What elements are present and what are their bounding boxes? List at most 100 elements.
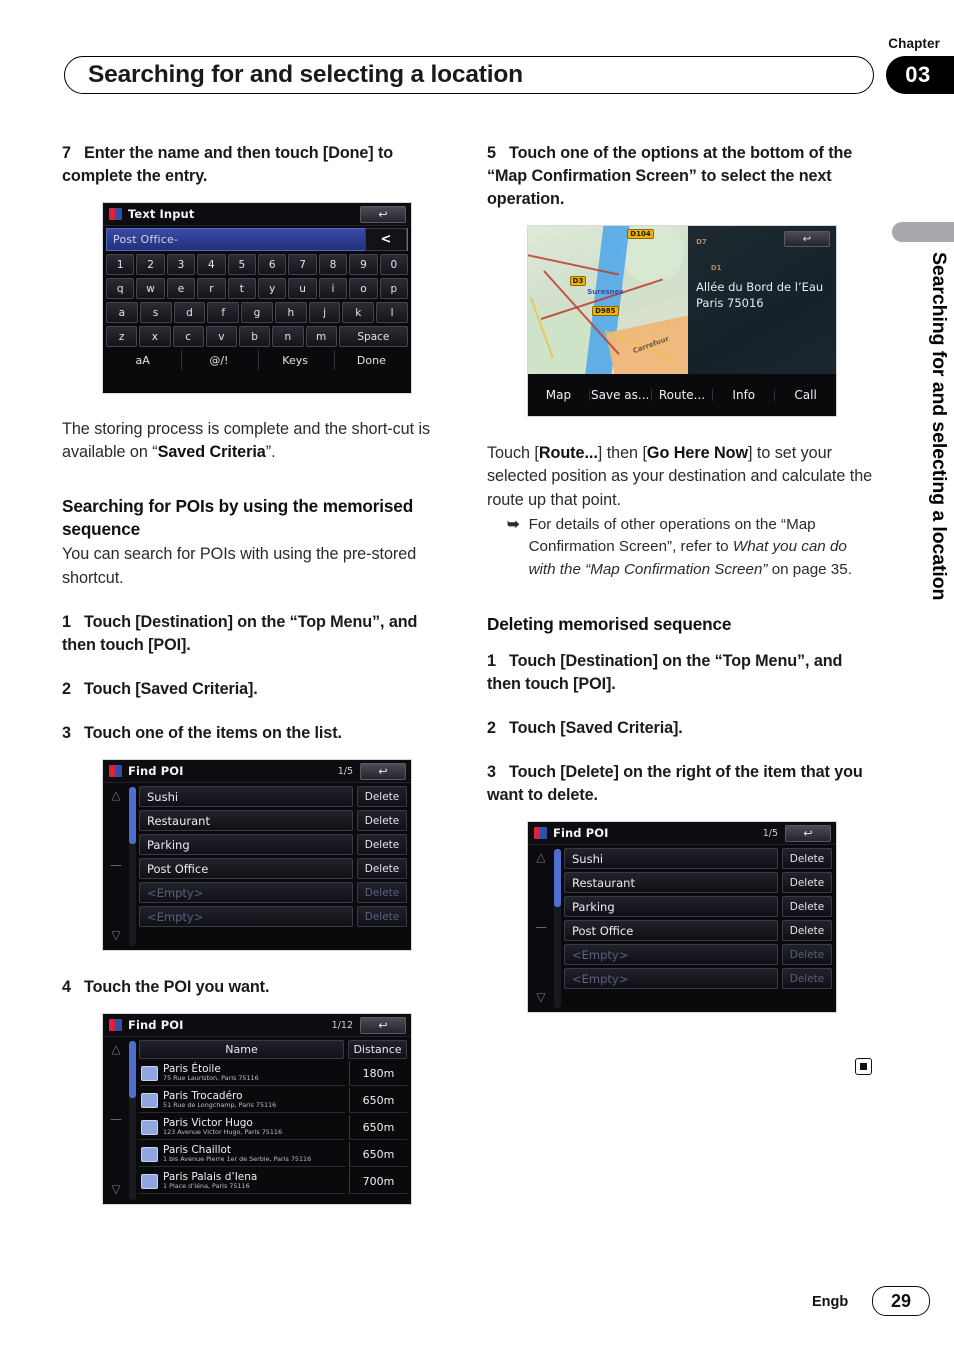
back-icon[interactable]: ↩ [360,206,406,223]
list-item[interactable]: <Empty> Delete [564,944,832,966]
scroll-arrows[interactable]: △ — ▽ [528,845,554,1013]
key[interactable]: 8 [318,254,348,275]
item-name[interactable]: Post Office [139,858,353,880]
call-button[interactable]: Call [774,389,836,401]
key[interactable]: y [258,278,287,299]
key[interactable]: 3 [166,254,196,275]
key[interactable]: v [205,326,237,347]
scroll-arrows[interactable]: △ — ▽ [103,783,129,951]
key[interactable]: e [166,278,196,299]
key[interactable]: 6 [258,254,287,275]
scroll-up-icon[interactable]: △ [111,788,120,802]
delete-button[interactable]: Delete [782,896,832,918]
item-name[interactable]: Parking [564,896,778,918]
key[interactable]: r [197,278,226,299]
key[interactable]: t [227,278,256,299]
case-toggle-key[interactable]: aA [106,350,179,370]
list-item[interactable]: Sushi Delete [564,848,832,870]
table-row[interactable]: Paris Étoile 75 Rue Lauriston, Paris 751… [139,1061,411,1087]
key[interactable]: b [239,326,271,347]
key[interactable]: 7 [288,254,317,275]
map-button[interactable]: Map [528,389,589,401]
delete-button[interactable]: Delete [357,882,407,904]
item-name[interactable]: <Empty> [139,906,353,928]
back-icon[interactable]: ↩ [360,1017,406,1035]
key[interactable]: a [105,302,138,323]
poi-cell[interactable]: Paris Palais d’Iena 1 Place d’Iéna, Pari… [139,1169,345,1195]
scroll-down-icon[interactable]: ▽ [111,1182,120,1196]
delete-button[interactable]: Delete [357,786,407,808]
key[interactable]: 4 [197,254,226,275]
key[interactable]: u [288,278,317,299]
info-button[interactable]: Info [712,389,774,401]
item-name[interactable]: Restaurant [139,810,353,832]
list-item[interactable]: Sushi Delete [139,786,407,808]
scrollbar[interactable] [554,849,561,1009]
item-name[interactable]: Restaurant [564,872,778,894]
key[interactable]: 0 [379,254,409,275]
key[interactable]: 2 [136,254,165,275]
poi-cell[interactable]: Paris Chaillot 1 bis Avenue Pierre 1er d… [139,1142,345,1168]
delete-button[interactable]: Delete [782,968,832,990]
poi-cell[interactable]: Paris Trocadéro 51 Rue de Longchamp, Par… [139,1088,345,1114]
list-item[interactable]: Restaurant Delete [564,872,832,894]
key[interactable]: z [106,326,138,347]
back-icon[interactable]: ↩ [360,763,406,781]
delete-button[interactable]: Delete [357,834,407,856]
route-button[interactable]: Route... [650,389,713,401]
delete-button[interactable]: Delete [782,848,832,870]
scrollbar-thumb[interactable] [129,787,136,845]
scroll-up-icon[interactable]: △ [536,850,545,864]
backspace-button[interactable]: < [365,228,407,251]
scrollbar-thumb[interactable] [554,849,561,907]
key[interactable]: s [139,302,172,323]
key[interactable]: f [207,302,240,323]
list-item[interactable]: <Empty> Delete [564,968,832,990]
table-row[interactable]: Paris Chaillot 1 bis Avenue Pierre 1er d… [139,1142,411,1168]
key[interactable]: w [136,278,165,299]
scroll-down-icon[interactable]: ▽ [111,928,120,942]
list-item[interactable]: Post Office Delete [564,920,832,942]
scroll-up-icon[interactable]: △ [111,1042,120,1056]
back-icon[interactable]: ↩ [785,825,831,843]
key[interactable]: k [342,302,375,323]
back-icon[interactable]: ↩ [784,231,830,247]
key[interactable]: 9 [349,254,378,275]
key[interactable]: 5 [227,254,256,275]
poi-cell[interactable]: Paris Étoile 75 Rue Lauriston, Paris 751… [139,1061,345,1087]
item-name[interactable]: <Empty> [139,882,353,904]
list-item[interactable]: Post Office Delete [139,858,407,880]
key[interactable]: h [274,302,307,323]
key[interactable]: g [241,302,273,323]
key[interactable]: 1 [105,254,135,275]
scrollbar-thumb[interactable] [129,1041,136,1099]
key[interactable]: c [172,326,204,347]
list-item[interactable]: Restaurant Delete [139,810,407,832]
delete-button[interactable]: Delete [357,810,407,832]
table-row[interactable]: Paris Palais d’Iena 1 Place d’Iéna, Pari… [139,1169,411,1195]
key[interactable]: l [376,302,409,323]
key[interactable]: i [318,278,348,299]
scroll-arrows[interactable]: △ — ▽ [103,1037,129,1205]
key[interactable]: d [173,302,206,323]
keys-layout-key[interactable]: Keys [257,350,332,370]
item-name[interactable]: Sushi [564,848,778,870]
list-item[interactable]: <Empty> Delete [139,906,407,928]
delete-button[interactable]: Delete [357,906,407,928]
poi-cell[interactable]: Paris Victor Hugo 123 Avenue Victor Hugo… [139,1115,345,1141]
scrollbar[interactable] [129,787,136,947]
done-key[interactable]: Done [333,350,408,370]
key[interactable]: x [139,326,171,347]
map-area[interactable]: D3 D985 D104 Suresnes Carrefour D7 D1 Al… [528,226,836,374]
save-as-button[interactable]: Save as... [588,389,651,401]
key[interactable]: p [379,278,409,299]
scroll-down-icon[interactable]: ▽ [536,990,545,1004]
text-input-field[interactable]: Post Office- < [106,228,408,251]
item-name[interactable]: <Empty> [564,968,778,990]
item-name[interactable]: Post Office [564,920,778,942]
key[interactable]: o [349,278,378,299]
key[interactable]: j [308,302,341,323]
item-name[interactable]: Sushi [139,786,353,808]
list-item[interactable]: Parking Delete [139,834,407,856]
item-name[interactable]: Parking [139,834,353,856]
